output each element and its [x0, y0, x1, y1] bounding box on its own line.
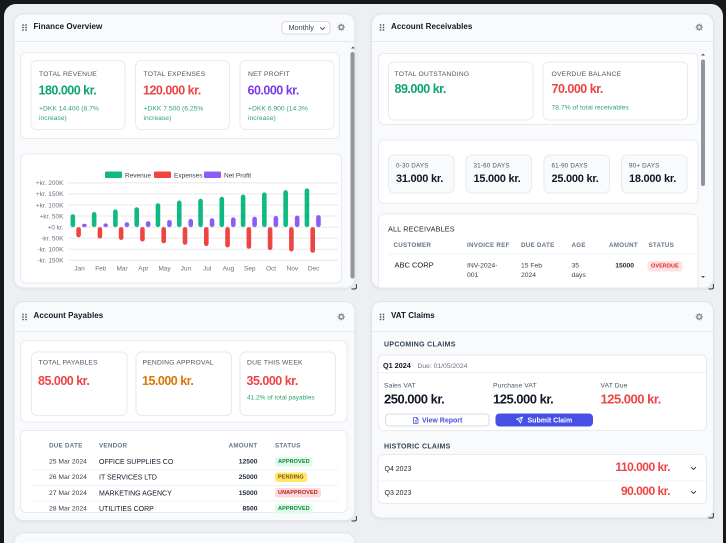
- svg-text:+kr. 100K: +kr. 100K: [36, 202, 64, 209]
- svg-text:Net Profit: Net Profit: [224, 173, 251, 180]
- svg-text:Sep: Sep: [244, 266, 256, 273]
- svg-text:Oct: Oct: [266, 266, 276, 273]
- svg-text:Jan: Jan: [74, 266, 85, 273]
- svg-text:Jun: Jun: [181, 266, 192, 273]
- svg-text:-kr. 50K: -kr. 50K: [41, 235, 64, 242]
- svg-text:Dec: Dec: [308, 266, 320, 273]
- svg-text:Revenue: Revenue: [125, 173, 151, 180]
- svg-text:May: May: [158, 266, 171, 273]
- svg-text:Apr: Apr: [138, 266, 149, 273]
- svg-text:-kr. 100K: -kr. 100K: [37, 246, 64, 253]
- svg-text:+0 kr.: +0 kr.: [47, 224, 63, 231]
- svg-text:Feb: Feb: [95, 266, 107, 273]
- svg-text:+kr. 150K: +kr. 150K: [36, 191, 64, 198]
- svg-text:-kr. 150K: -kr. 150K: [37, 258, 64, 265]
- svg-text:+kr. 50K: +kr. 50K: [39, 213, 64, 220]
- svg-text:Aug: Aug: [223, 266, 235, 273]
- svg-text:Jul: Jul: [203, 266, 212, 273]
- svg-text:Nov: Nov: [287, 266, 299, 273]
- svg-text:Mar: Mar: [116, 266, 128, 273]
- svg-text:+kr. 200K: +kr. 200K: [36, 180, 64, 187]
- svg-text:Expenses: Expenses: [174, 173, 203, 180]
